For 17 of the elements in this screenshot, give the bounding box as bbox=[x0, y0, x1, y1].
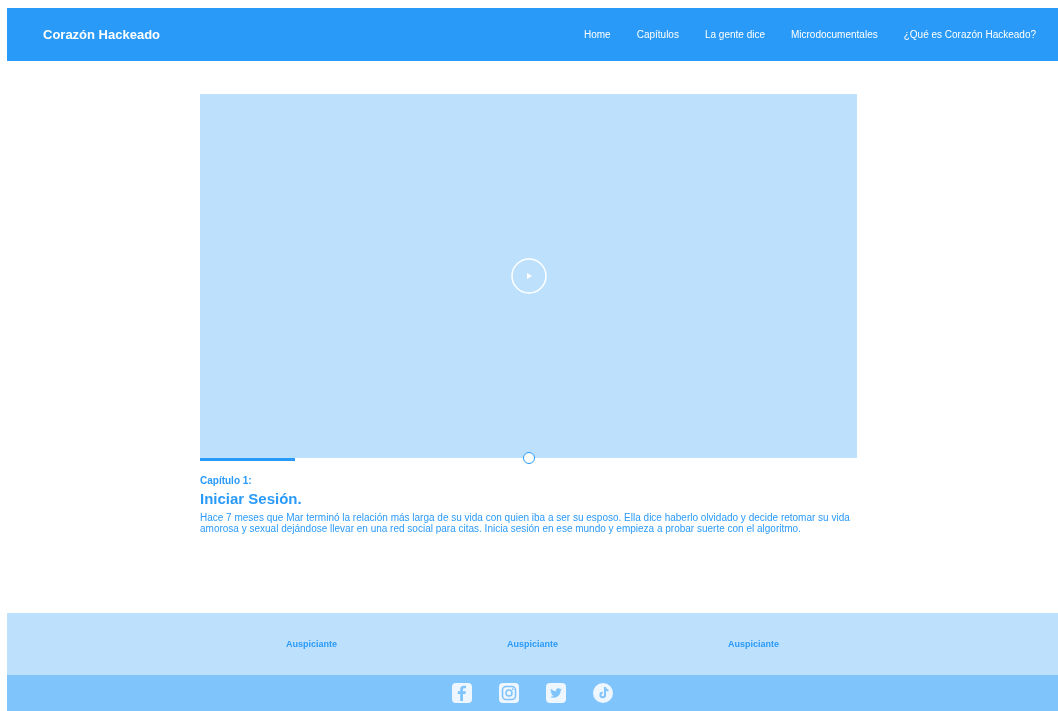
facebook-icon[interactable] bbox=[451, 682, 473, 704]
nav-link[interactable]: ¿Qué es Corazón Hackeado? bbox=[897, 25, 1042, 44]
chapter-description: Hace 7 meses que Mar terminó la relación más larga de su vida con quien iba a ser su esposo. Ella dice haberlo olvidado y decide retomar su vida amorosa y sexual dejándose llevar en una red social para citas. Inicia sesión en ese mundo y empieza a probar suerte con el algoritmo. bbox=[200, 512, 851, 534]
nav-link[interactable]: Home bbox=[578, 25, 617, 44]
sponsor-label: Auspiciante bbox=[506, 639, 559, 649]
nav-link[interactable]: Capítulos bbox=[630, 25, 685, 44]
sponsor-label: Auspiciante bbox=[727, 639, 780, 649]
nav-link[interactable]: Microdocumentales bbox=[785, 25, 884, 44]
play-icon[interactable] bbox=[510, 258, 547, 294]
nav-link[interactable]: La gente dice bbox=[698, 25, 771, 44]
instagram-icon[interactable] bbox=[498, 682, 520, 704]
chapter-number: Capítulo 1: bbox=[200, 475, 253, 486]
site-title: Corazón Hackeado bbox=[43, 27, 161, 42]
chapter-title: Iniciar Sesión. bbox=[200, 490, 303, 507]
twitter-icon[interactable] bbox=[545, 682, 567, 704]
sponsor-label: Auspiciante bbox=[285, 639, 338, 649]
tiktok-icon[interactable] bbox=[592, 682, 614, 704]
